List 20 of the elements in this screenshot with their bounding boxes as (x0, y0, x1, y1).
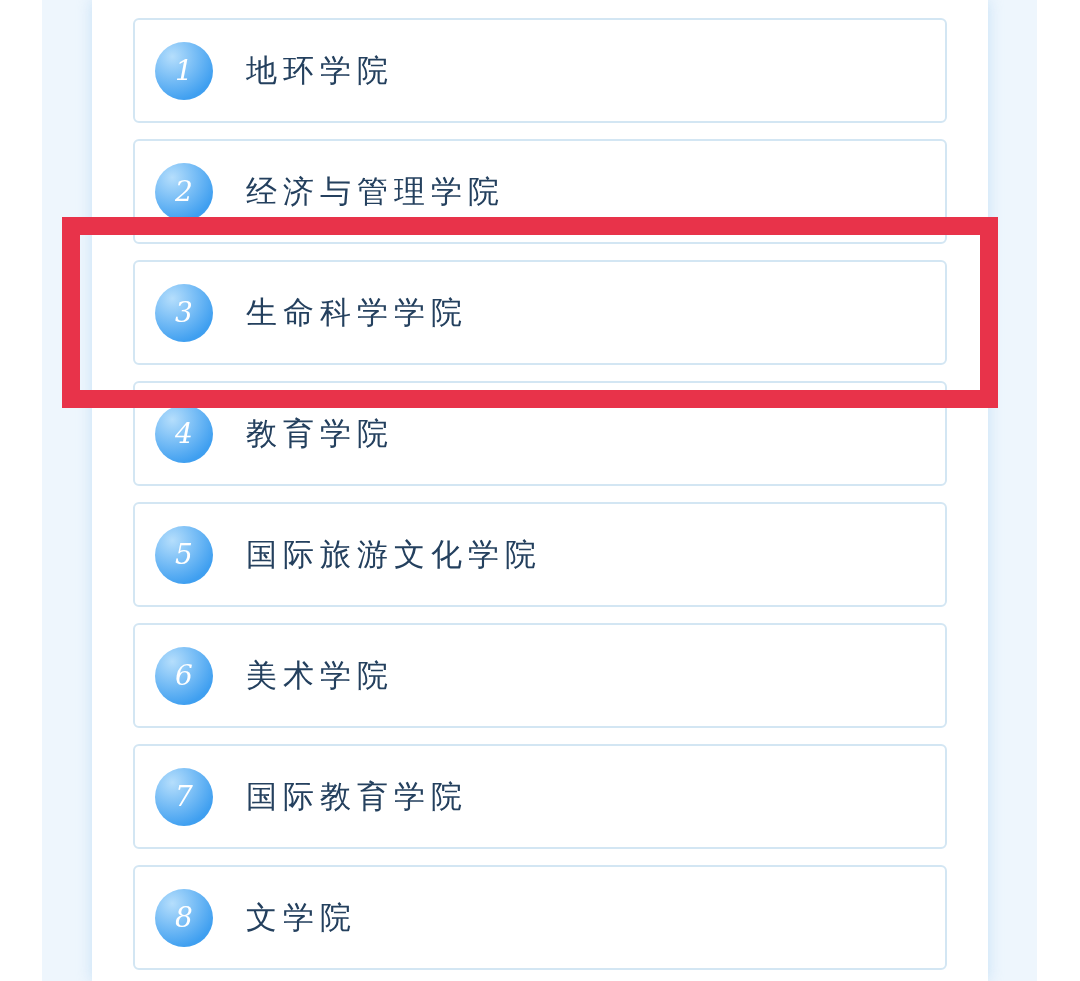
number-badge: 7 (155, 767, 213, 826)
college-name: 经济与管理学院 (246, 171, 505, 211)
college-name: 生命科学学院 (246, 292, 468, 332)
number-badge: 8 (155, 888, 213, 947)
college-item[interactable]: 3 生命科学学院 (133, 260, 947, 365)
number-badge: 1 (155, 41, 213, 100)
college-name: 美术学院 (246, 655, 394, 695)
college-name: 国际教育学院 (246, 776, 468, 816)
college-item[interactable]: 8 文学院 (133, 865, 947, 970)
college-name: 地环学院 (246, 50, 394, 90)
number-badge: 6 (155, 646, 213, 705)
number-badge: 5 (155, 525, 213, 584)
college-name: 文学院 (246, 897, 357, 937)
college-name: 教育学院 (246, 413, 394, 453)
college-item[interactable]: 7 国际教育学院 (133, 744, 947, 849)
college-item[interactable]: 1 地环学院 (133, 18, 947, 123)
college-item[interactable]: 5 国际旅游文化学院 (133, 502, 947, 607)
college-name: 国际旅游文化学院 (246, 534, 542, 574)
number-badge: 3 (155, 283, 213, 342)
college-item[interactable]: 6 美术学院 (133, 623, 947, 728)
